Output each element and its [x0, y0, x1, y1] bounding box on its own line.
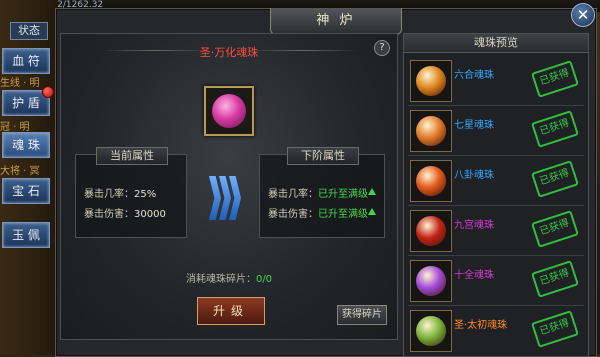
next-crit-chance: 暴击几率：已升至满级 — [268, 185, 368, 200]
obtained-stamp: 已获得 — [531, 160, 579, 198]
preview-title: 魂珠预览 — [404, 34, 588, 53]
cost-label: 消耗魂珠碎片： — [185, 274, 256, 285]
attr-label: 暴击几率： — [84, 189, 134, 200]
obtained-stamp: 已获得 — [531, 260, 579, 298]
notification-dot — [42, 86, 54, 98]
preview-item[interactable]: 六合魂珠 已获得 — [408, 56, 584, 104]
orb-name: 圣·万化魂珠 — [199, 46, 259, 59]
current-crit-damage: 暴击伤害：30000 — [84, 205, 166, 220]
preview-item[interactable]: 十全魂珠 已获得 — [408, 256, 584, 304]
upgrade-arrows-icon — [209, 176, 241, 223]
attr-value: 已升至满级 — [318, 189, 368, 200]
attr-label: 暴击伤害： — [84, 209, 134, 220]
orb-frame — [410, 210, 452, 252]
orb-name: 七星魂珠 — [454, 120, 494, 131]
orb-preview-panel: 魂珠预览 六合魂珠 已获得 七星魂珠 已获得 八卦魂珠 已获得 九宫魂珠 已获得 十全魂珠 已获得… — [403, 33, 589, 357]
menu-blood-talisman[interactable]: 血 符 — [2, 48, 50, 74]
attr-label: 暴击几率： — [268, 189, 318, 200]
side-deco-3: 大将 · 冥 — [0, 166, 40, 177]
soul-orb-icon — [416, 66, 446, 96]
side-menu: 状态 血 符 生线 · 明 护 盾 冠 · 明 魂 珠 大将 · 冥 宝 石 玉… — [0, 0, 58, 355]
up-arrow-icon — [368, 188, 376, 195]
help-icon[interactable]: ? — [374, 40, 390, 56]
window-title: 神 炉 — [270, 8, 402, 35]
get-fragments-button[interactable]: 获得碎片 — [337, 305, 387, 325]
orb-frame — [410, 110, 452, 152]
attr-label: 暴击伤害： — [268, 209, 318, 220]
current-attributes-title: 当前属性 — [96, 147, 168, 165]
orb-name: 六合魂珠 — [454, 70, 494, 81]
title-divider-right — [247, 50, 357, 51]
upgrade-button[interactable]: 升级 — [197, 297, 265, 325]
orb-name: 十全魂珠 — [454, 270, 494, 281]
soul-orb-icon — [416, 316, 446, 346]
soul-orb-icon — [416, 116, 446, 146]
soul-orb-icon — [212, 94, 246, 128]
orb-frame — [410, 60, 452, 102]
status-tab[interactable]: 状态 — [10, 22, 48, 40]
menu-gem[interactable]: 宝 石 — [2, 178, 50, 204]
cost-value: 0/0 — [255, 274, 273, 285]
obtained-stamp: 已获得 — [531, 310, 579, 348]
attr-value: 30000 — [134, 209, 166, 220]
current-attributes: 当前属性 暴击几率：25% 暴击伤害：30000 — [75, 147, 187, 238]
soul-orb-icon — [416, 166, 446, 196]
preview-item[interactable]: 九宫魂珠 已获得 — [408, 206, 584, 254]
orb-name: 圣·太初魂珠 — [454, 320, 508, 331]
upgrade-panel: 圣·万化魂珠 ? 当前属性 暴击几率：25% 暴击伤害：30000 下阶属性 暴… — [60, 33, 398, 340]
up-arrow-icon — [368, 208, 376, 215]
orb-frame — [410, 260, 452, 302]
orb-slot[interactable] — [204, 86, 254, 136]
next-attributes-title: 下阶属性 — [287, 147, 359, 165]
close-button[interactable]: ✕ — [571, 3, 595, 27]
attr-value: 25% — [134, 189, 157, 200]
side-deco-1: 生线 · 明 — [0, 78, 40, 89]
preview-item[interactable]: 圣·太初魂珠 已获得 — [408, 306, 584, 354]
obtained-stamp: 已获得 — [531, 210, 579, 248]
menu-jade[interactable]: 玉 佩 — [2, 222, 50, 248]
orb-name: 八卦魂珠 — [454, 170, 494, 181]
obtained-stamp: 已获得 — [531, 110, 579, 148]
preview-item[interactable]: 七星魂珠 已获得 — [408, 106, 584, 154]
fragment-cost: 消耗魂珠碎片：0/0 — [61, 270, 397, 285]
next-crit-damage: 暴击伤害：已升至满级 — [268, 205, 368, 220]
menu-soul-orb[interactable]: 魂 珠 — [2, 132, 50, 158]
current-crit-chance: 暴击几率：25% — [84, 185, 156, 200]
attr-value: 已升至满级 — [318, 209, 368, 220]
orb-name: 九宫魂珠 — [454, 220, 494, 231]
soul-orb-icon — [416, 216, 446, 246]
next-attributes: 下阶属性 暴击几率：已升至满级 暴击伤害：已升至满级 — [259, 147, 385, 238]
orb-frame — [410, 160, 452, 202]
orb-frame — [410, 310, 452, 352]
side-deco-2: 冠 · 明 — [0, 122, 30, 133]
soul-orb-icon — [416, 266, 446, 296]
preview-item[interactable]: 八卦魂珠 已获得 — [408, 156, 584, 204]
obtained-stamp: 已获得 — [531, 60, 579, 98]
